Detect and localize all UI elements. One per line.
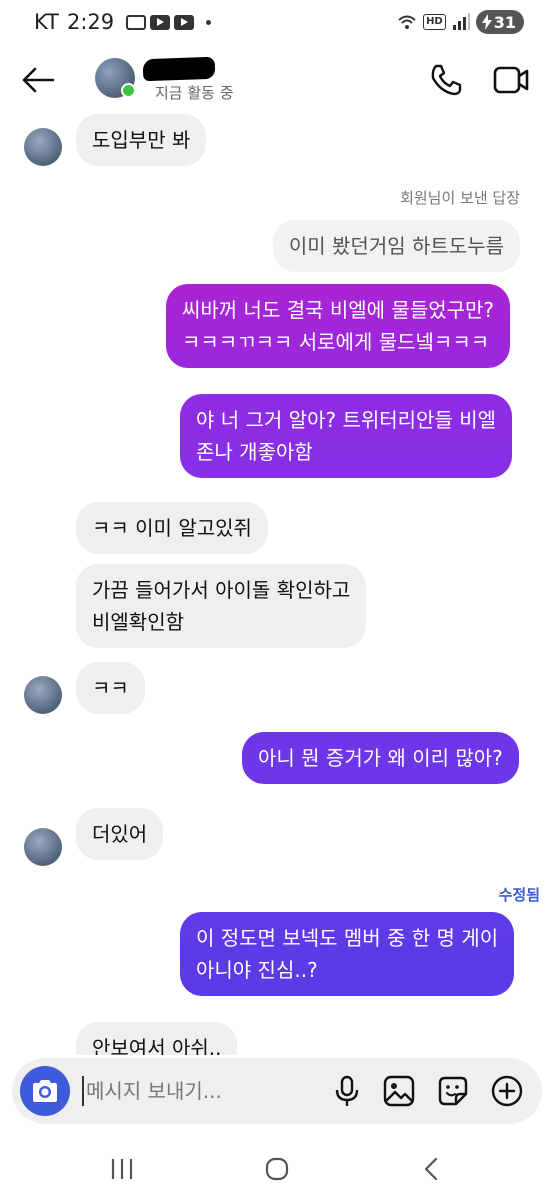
video-call-button[interactable]	[493, 62, 529, 98]
back-button[interactable]	[18, 60, 58, 100]
status-left: KT 2:29	[34, 10, 212, 34]
phone-icon	[431, 64, 462, 96]
plus-icon	[491, 1075, 523, 1107]
camera-button[interactable]	[20, 1066, 70, 1116]
message-bubble-in[interactable]: 가끔 들어가서 아이돌 확인하고 비엘확인함	[76, 564, 367, 648]
signal-icon	[452, 13, 470, 30]
message-bubble-out[interactable]: 야 너 그거 알아? 트위터리안들 비엘 존나 개좋아함	[180, 394, 513, 478]
message-bubble-out[interactable]: 아니 뭔 증거가 왜 이리 많아?	[242, 732, 519, 784]
more-notifications-dot-icon	[206, 19, 212, 25]
reply-label: 회원님이 보낸 답장	[400, 189, 520, 207]
camera-icon	[33, 1080, 57, 1102]
home-icon	[265, 1157, 289, 1181]
hd-voice-icon: HD	[423, 14, 446, 30]
youtube-icon-2	[174, 14, 195, 30]
message-line: 가끔 들어가서 아이돌 확인하고	[92, 578, 351, 602]
clock: 2:29	[66, 10, 115, 34]
sticker-button[interactable]	[436, 1074, 470, 1108]
message-bubble-in[interactable]: 더있어	[76, 808, 164, 860]
video-icon	[493, 66, 529, 94]
active-status: 지금 활동 중	[155, 84, 234, 102]
message-bubble-in[interactable]: ㅋㅋ 이미 알고있쥐	[76, 502, 268, 554]
replied-message-quote[interactable]: 이미 봤던거임 하트도누름	[272, 220, 520, 272]
more-options-button[interactable]	[490, 1074, 524, 1108]
battery-indicator: 31	[475, 10, 524, 34]
message-line: 이 정도면 보넥도 멤버 중 한 명 게이	[196, 926, 499, 950]
screenshot-icon	[126, 14, 147, 30]
edited-label: 수정됨	[498, 886, 540, 904]
message-line: 아니야 진심..?	[196, 958, 318, 982]
recents-icon	[111, 1159, 133, 1179]
redacted-username[interactable]	[142, 56, 216, 82]
carrier-label: KT	[34, 10, 59, 34]
message-line: 존나 개좋아함	[196, 440, 313, 464]
voice-call-button[interactable]	[428, 62, 464, 98]
message-input[interactable]	[82, 1076, 312, 1106]
wifi-icon	[398, 15, 416, 29]
sender-avatar[interactable]	[24, 828, 62, 866]
message-bubble-in[interactable]: 안보여서 아쉬..	[76, 1022, 238, 1055]
youtube-icon	[150, 14, 171, 30]
message-bubble-out[interactable]: 이 정도면 보넥도 멤버 중 한 명 게이 아니야 진심..?	[180, 912, 515, 996]
home-button[interactable]	[257, 1154, 297, 1184]
sender-avatar[interactable]	[24, 128, 62, 166]
gallery-button[interactable]	[382, 1074, 416, 1108]
message-line: 비엘확인함	[92, 610, 184, 634]
gallery-icon	[383, 1075, 415, 1107]
sender-avatar[interactable]	[24, 676, 62, 714]
chat-header: 지금 활동 중	[0, 48, 554, 110]
voice-message-button[interactable]	[330, 1074, 364, 1108]
message-bubble-out[interactable]: 씨바꺼 너도 결국 비엘에 물들었구만? ㅋㅋㅋㄲㅋㅋ 서로에게 물드넼ㅋㅋㅋ	[166, 284, 511, 368]
message-line: 씨바꺼 너도 결국 비엘에 물들었구만?	[182, 298, 495, 322]
battery-level: 31	[493, 12, 516, 32]
message-line: 야 너 그거 알아? 트위터리안들 비엘	[196, 408, 497, 432]
message-line: ㅋㅋㅋㄲㅋㅋ 서로에게 물드넼ㅋㅋㅋ	[182, 330, 490, 354]
charging-bolt-icon	[481, 14, 492, 30]
message-list[interactable]: 도입부만 봐 회원님이 보낸 답장 이미 봤던거임 하트도누름 씨바꺼 너도 결…	[0, 110, 554, 1055]
system-back-button[interactable]	[412, 1154, 452, 1184]
message-bubble-in[interactable]: ㅋㅋ	[76, 662, 145, 714]
message-composer	[12, 1058, 542, 1124]
online-indicator	[121, 83, 136, 98]
sticker-icon	[438, 1076, 468, 1106]
system-navigation-bar	[0, 1140, 554, 1200]
recents-button[interactable]	[102, 1154, 142, 1184]
back-arrow-icon	[22, 67, 54, 93]
status-right: HD 31	[397, 10, 524, 34]
microphone-icon	[335, 1075, 359, 1106]
back-icon	[424, 1157, 438, 1181]
notification-icons	[126, 14, 212, 30]
message-bubble-in[interactable]: 도입부만 봐	[76, 114, 207, 166]
status-bar: KT 2:29 HD 31	[0, 0, 554, 44]
